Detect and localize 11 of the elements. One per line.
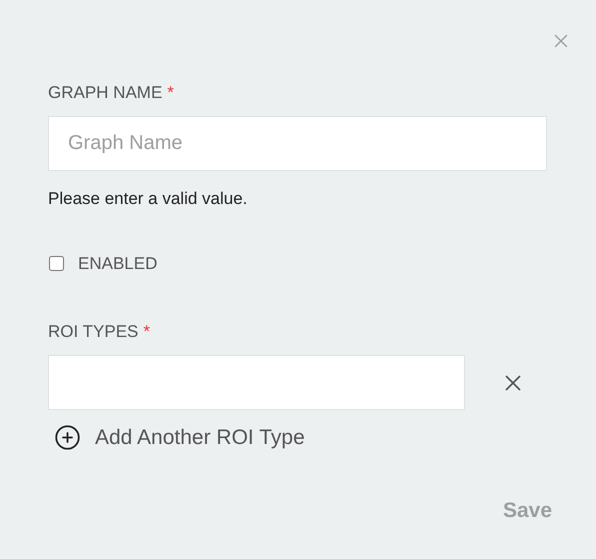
error-message: Please enter a valid value. xyxy=(48,188,248,210)
graph-name-field[interactable]: Graph Name xyxy=(48,116,547,170)
add-roi-type-button[interactable]: Add Another ROI Type xyxy=(54,422,305,454)
plus-circle-icon xyxy=(54,424,81,452)
field-label: GRAPH NAME xyxy=(48,82,162,104)
enabled-checkbox[interactable] xyxy=(49,256,64,272)
required-mark: * xyxy=(167,82,174,104)
field-label: ROI TYPES xyxy=(48,320,138,342)
roi-type-field[interactable] xyxy=(48,355,465,410)
required-mark: * xyxy=(143,320,150,342)
checkbox-label: ENABLED xyxy=(78,253,158,275)
